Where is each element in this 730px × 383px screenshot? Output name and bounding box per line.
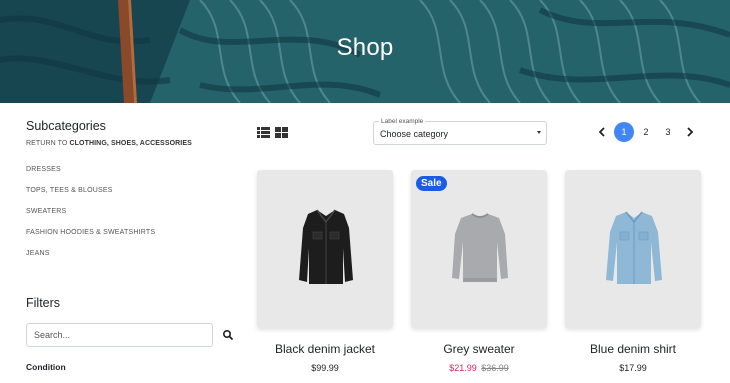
chevron-left-icon[interactable]: [597, 126, 607, 138]
product-card[interactable]: [565, 170, 701, 328]
sale-badge: Sale: [416, 176, 447, 191]
category-hoodies[interactable]: Fashion Hoodies & Sweatshirts: [26, 229, 155, 236]
category-jeans[interactable]: Jeans: [26, 250, 50, 257]
product-price: $21.99 $36.99: [411, 363, 547, 373]
category-select-value: Choose category: [380, 129, 449, 139]
return-link[interactable]: RETURN TO CLOTHING, SHOES, ACCESSORIES: [26, 140, 192, 147]
caret-down-icon: [537, 131, 541, 134]
category-dresses[interactable]: Dresses: [26, 166, 61, 173]
search-icon[interactable]: [222, 329, 234, 341]
page-3-button[interactable]: 3: [658, 122, 678, 142]
list-view-icon[interactable]: [257, 127, 270, 138]
category-sweaters[interactable]: Sweaters: [26, 208, 66, 215]
search-input[interactable]: [26, 323, 213, 347]
product-name[interactable]: Black denim jacket: [257, 342, 393, 356]
page-2-button[interactable]: 2: [636, 122, 656, 142]
blue-shirt-image: [606, 211, 662, 284]
black-jacket-image: [299, 209, 353, 284]
page-title: Shop: [336, 34, 394, 61]
subcategories-heading: Subcategories: [26, 119, 106, 133]
old-price: $36.99: [481, 363, 509, 373]
grid-view-icon[interactable]: [275, 127, 288, 138]
product-price: $99.99: [311, 363, 339, 373]
page-1-button[interactable]: 1: [614, 122, 634, 142]
sale-price: $21.99: [449, 363, 477, 373]
filters-heading: Filters: [26, 296, 61, 310]
hero-banner: Shop: [0, 0, 730, 103]
category-tops[interactable]: Tops, Tees & Blouses: [26, 187, 113, 194]
return-target[interactable]: CLOTHING, SHOES, ACCESSORIES: [70, 140, 192, 147]
product-name[interactable]: Blue denim shirt: [565, 342, 701, 356]
product-card[interactable]: [411, 170, 547, 328]
grey-sweater-image: [452, 213, 508, 282]
condition-heading: Condition: [26, 362, 66, 372]
product-card[interactable]: [257, 170, 393, 328]
return-prefix: RETURN TO: [26, 140, 68, 147]
product-name[interactable]: Grey sweater: [411, 342, 547, 356]
chevron-right-icon[interactable]: [685, 126, 695, 138]
category-select-label: Label example: [379, 118, 426, 125]
product-price: $17.99: [619, 363, 647, 373]
